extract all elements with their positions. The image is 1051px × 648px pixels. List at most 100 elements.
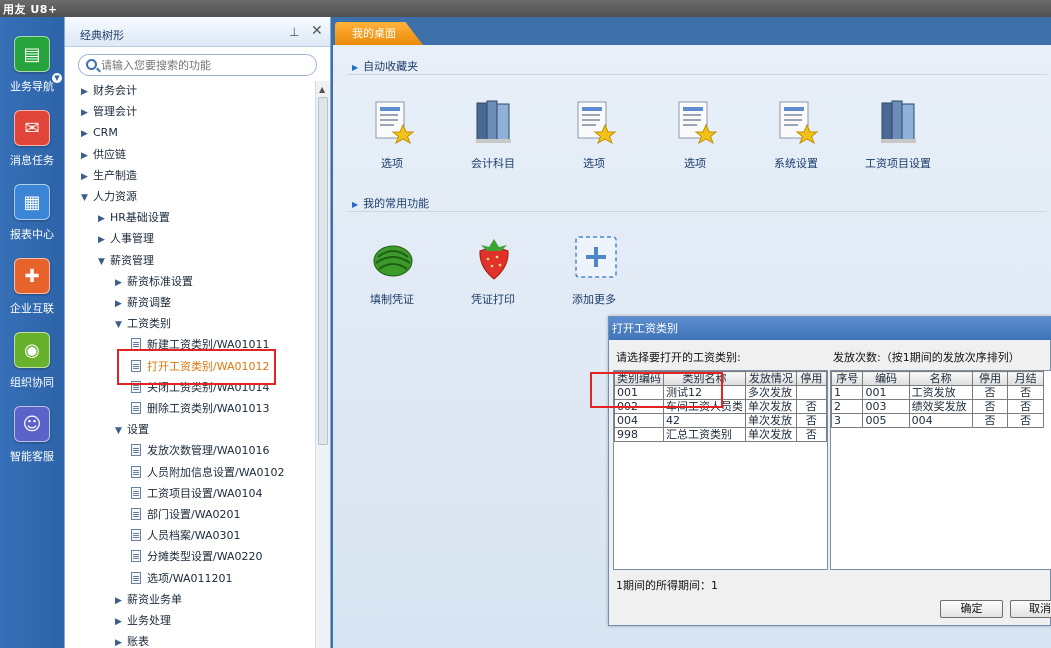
desktop-tile[interactable]: 填制凭证 (347, 235, 437, 315)
desktop-tile[interactable]: 系统设置 (751, 99, 841, 179)
expand-arrow-icon[interactable]: ▶ (115, 274, 127, 292)
table-cell[interactable]: 004 (614, 413, 664, 428)
expand-arrow-icon[interactable]: ▶ (115, 592, 127, 610)
desktop-tile[interactable]: 选项 (347, 99, 437, 179)
expand-arrow-icon[interactable]: ▶ (81, 125, 93, 143)
expand-arrow-icon[interactable]: ▶ (98, 231, 110, 249)
table-row[interactable]: 004 42 单次发放否 (614, 413, 827, 428)
table-row[interactable]: 3 005 004 否否 (831, 413, 1044, 428)
table-cell[interactable]: 工资发放 (908, 385, 973, 400)
nav-item-2[interactable]: ✉ 消息任务 (0, 110, 64, 180)
table-cell[interactable]: 否 (971, 399, 1009, 414)
tree-node[interactable]: 人员档案/WA0301 (131, 527, 241, 545)
tree-scrollbar[interactable]: ▲ (315, 81, 330, 648)
column-header[interactable]: 编码 (862, 371, 910, 386)
tree-node[interactable]: ▶ 财务会计 (81, 82, 137, 100)
desktop-tile[interactable]: 添加更多 (549, 235, 639, 315)
table-cell[interactable]: 003 (862, 399, 910, 414)
table-cell[interactable]: 否 (971, 413, 1009, 428)
tree-node[interactable]: ▶ 生产制造 (81, 167, 137, 185)
tree-node[interactable]: ▶ 人事管理 (98, 230, 154, 248)
nav-item-3[interactable]: ▦ 报表中心 (0, 184, 64, 254)
nav-item-1[interactable]: ▤ 业务导航 ▼ (0, 36, 64, 106)
desktop-tile[interactable]: 选项 (650, 99, 740, 179)
expand-arrow-icon[interactable]: ▶ (115, 295, 127, 313)
tree-node[interactable]: ▼ 设置 (115, 421, 149, 439)
function-search-box[interactable] (78, 54, 317, 76)
column-header[interactable]: 月结 (1007, 371, 1044, 386)
table-cell[interactable]: 单次发放 (745, 427, 797, 442)
scroll-up-icon[interactable]: ▲ (319, 85, 325, 94)
tree-node[interactable]: 人员附加信息设置/WA0102 (131, 464, 285, 482)
column-header[interactable]: 名称 (908, 371, 973, 386)
expand-arrow-icon[interactable]: ▶ (81, 147, 93, 165)
tree-node[interactable]: 发放次数管理/WA01016 (131, 442, 270, 460)
tree-node[interactable]: ▶ 薪资调整 (115, 294, 171, 312)
close-icon[interactable]: ✕ (311, 23, 323, 39)
scrollbar-thumb[interactable] (318, 97, 328, 445)
table-cell[interactable]: 否 (971, 385, 1009, 400)
collapse-arrow-icon[interactable]: ▼ (115, 316, 127, 334)
expand-arrow-icon[interactable]: ▶ (115, 634, 127, 648)
nav-item-5[interactable]: ◉ 组织协同 (0, 332, 64, 402)
tree-node[interactable]: ▼ 工资类别 (115, 315, 171, 333)
tree-node[interactable]: 工资项目设置/WA0104 (131, 485, 263, 503)
tree-node[interactable]: ▶ CRM (81, 124, 118, 142)
expand-arrow-icon[interactable]: ▶ (115, 613, 127, 631)
table-cell[interactable]: 004 (908, 413, 973, 428)
nav-item-6[interactable]: ☺ 智能客服 (0, 406, 64, 476)
tree-node[interactable]: ▶ 薪资业务单 (115, 591, 182, 609)
column-header[interactable]: 停用 (795, 371, 827, 386)
table-cell[interactable]: 汇总工资类别 (663, 427, 746, 442)
table-cell[interactable]: 否 (1007, 385, 1044, 400)
cancel-button[interactable]: 取消 (1010, 600, 1051, 618)
desktop-tile[interactable]: 会计科目 (448, 99, 538, 179)
table-cell[interactable]: 2 (831, 399, 864, 414)
tree-node[interactable]: 分摊类型设置/WA0220 (131, 548, 263, 566)
tree-node[interactable]: 选项/WA011201 (131, 570, 233, 588)
table-cell[interactable]: 否 (795, 399, 827, 414)
ok-button[interactable]: 确定 (940, 600, 1003, 618)
function-search-input[interactable] (101, 57, 311, 73)
table-cell[interactable]: 005 (862, 413, 910, 428)
tree-node[interactable]: ▶ 业务处理 (115, 612, 171, 630)
tab-my-desktop[interactable]: 我的桌面 (335, 22, 423, 45)
table-cell[interactable]: 否 (795, 427, 827, 442)
tree-node[interactable]: 部门设置/WA0201 (131, 506, 241, 524)
table-row[interactable]: 2 003 绩效奖发放否否 (831, 399, 1044, 414)
expand-arrow-icon[interactable]: ▶ (98, 210, 110, 228)
table-cell[interactable]: 绩效奖发放 (908, 399, 973, 414)
tree-node[interactable]: ▼ 人力资源 (81, 188, 137, 206)
column-header[interactable]: 发放情况 (745, 371, 797, 386)
collapse-arrow-icon[interactable]: ▼ (81, 189, 93, 207)
table-row[interactable]: 998 汇总工资类别 单次发放否 (614, 427, 827, 442)
collapse-arrow-icon[interactable]: ▼ (98, 253, 110, 271)
table-cell[interactable]: 否 (795, 413, 827, 428)
table-cell[interactable]: 1 (831, 385, 864, 400)
tree-node[interactable]: 删除工资类别/WA01013 (131, 400, 270, 418)
expand-arrow-icon[interactable]: ▶ (81, 168, 93, 186)
collapse-arrow-icon[interactable]: ▼ (115, 422, 127, 440)
desktop-tile[interactable]: 选项 (549, 99, 639, 179)
tree-node[interactable]: ▶ 账表 (115, 633, 149, 648)
tree-node[interactable]: ▶ 管理会计 (81, 103, 137, 121)
table-cell[interactable]: 单次发放 (745, 413, 797, 428)
tree-node[interactable]: ▶ 供应链 (81, 146, 126, 164)
table-cell[interactable]: 多次发放 (745, 385, 797, 400)
table-cell[interactable]: 3 (831, 413, 864, 428)
table-cell[interactable] (795, 385, 827, 400)
pin-icon[interactable]: ⊥ (289, 25, 299, 39)
nav-item-4[interactable]: ✚ 企业互联 (0, 258, 64, 328)
column-header[interactable]: 序号 (831, 371, 864, 386)
table-cell[interactable]: 否 (1007, 399, 1044, 414)
desktop-tile[interactable]: 凭证打印 (448, 235, 538, 315)
nav-dropdown-icon[interactable]: ▼ (52, 73, 62, 83)
table-cell[interactable]: 42 (663, 413, 746, 428)
table-cell[interactable]: 001 (862, 385, 910, 400)
table-cell[interactable]: 单次发放 (745, 399, 797, 414)
expand-arrow-icon[interactable]: ▶ (81, 104, 93, 122)
table-row[interactable]: 1 001 工资发放否否 (831, 385, 1044, 400)
tree-node[interactable]: ▶ HR基础设置 (98, 209, 170, 227)
tree-node[interactable]: ▼ 薪资管理 (98, 252, 154, 270)
tree-node[interactable]: ▶ 薪资标准设置 (115, 273, 193, 291)
